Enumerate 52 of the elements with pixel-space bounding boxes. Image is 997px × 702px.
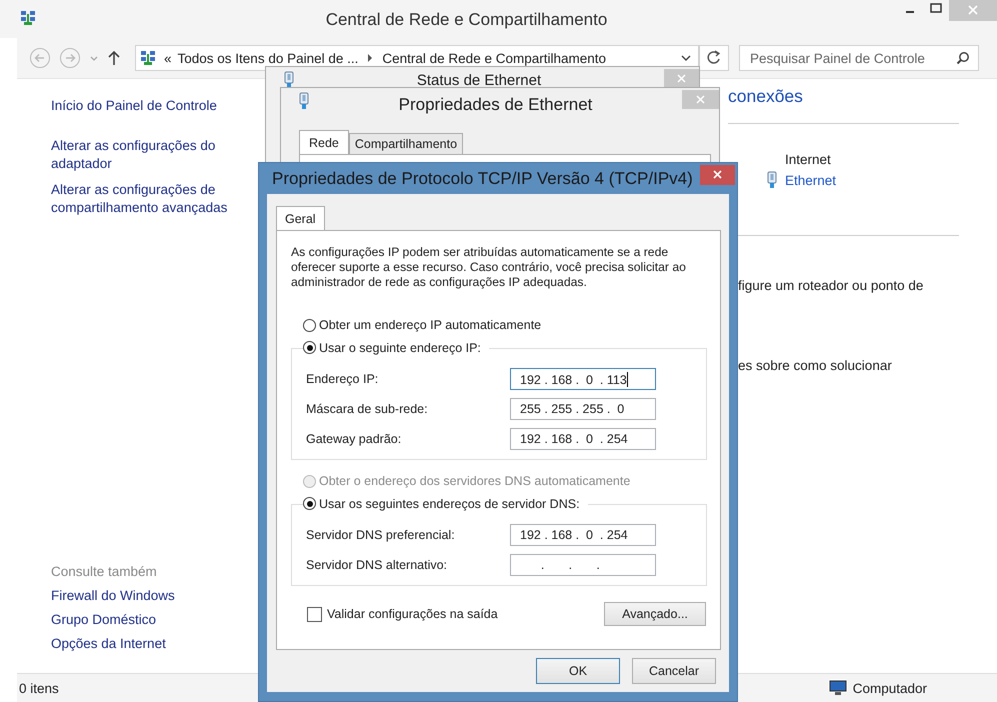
dialog-title: Propriedades de Protocolo TCP/IP Versão 4 (TCP/IPv4) (272, 169, 694, 189)
section-heading: Consulte também (51, 564, 158, 579)
breadcrumb-item[interactable]: Todos os Itens do Painel de ... (178, 50, 358, 66)
network-icon (20, 10, 36, 26)
up-arrow-button[interactable] (107, 50, 121, 66)
radio-option[interactable]: Usar os seguintes endereços de servidor DNS: (303, 496, 580, 510)
dialog-button[interactable]: Cancelar (632, 658, 716, 684)
breadcrumb-item[interactable]: Central de Rede e Compartilhamento (382, 50, 606, 66)
radio-option[interactable]: Usar o seguinte endereço IP: (303, 340, 481, 354)
address-dropdown-icon[interactable] (680, 53, 692, 63)
overflow-mark[interactable]: « (164, 50, 172, 66)
field-label: Servidor DNS preferencial: (306, 528, 455, 542)
connection-link[interactable]: Ethernet (785, 172, 836, 188)
page-heading: conexões (728, 86, 803, 107)
tab[interactable]: Compartilhamento (348, 133, 464, 154)
sidebar-link[interactable]: Alterar as configurações de compartilhamento avançadas (51, 181, 241, 217)
network-adapter-icon (284, 71, 294, 89)
breadcrumb-arrow-icon[interactable] (366, 53, 374, 63)
ip-address-field[interactable]: 192 . 168 . 0 . 254 (510, 428, 656, 450)
description-text: As configurações IP podem ser atribuídas automaticamente se a rede oferecer suporte a esse recurso. Caso contrário, você precisa solicitar ao administrador de rede as configurações IP adequadas. (291, 245, 687, 290)
dialog-button[interactable]: OK (536, 658, 620, 684)
ip-address-field[interactable]: . . . (510, 554, 656, 576)
control-panel-icon (140, 50, 156, 66)
field-label: Máscara de sub-rede: (306, 402, 428, 416)
dialog-title: Status de Ethernet (416, 72, 542, 89)
sidebar-link[interactable]: Início do Painel de Controle (51, 97, 241, 115)
ip-address-field[interactable]: 192 . 168 . 0 . 113 (510, 368, 656, 390)
search-field[interactable]: Pesquisar Painel de Controle (739, 45, 979, 71)
close-button[interactable] (700, 165, 735, 185)
network-adapter-icon (299, 92, 309, 110)
ip-address-field[interactable]: 255 . 255 . 255 . 0 (510, 398, 656, 420)
tab[interactable]: Geral (276, 206, 325, 230)
location-label: Computador (852, 680, 927, 696)
checkbox-option[interactable]: Validar configurações na saída (307, 606, 498, 622)
item-count: 0 itens (19, 680, 59, 696)
task-text: figure um roteador ou ponto de (738, 278, 924, 293)
field-label: Endereço IP: (306, 372, 378, 386)
sidebar-link[interactable]: Alterar as configurações do adaptador (51, 137, 241, 173)
field-label: Gateway padrão: (306, 432, 402, 446)
dialog-title: Propriedades de Ethernet (398, 95, 594, 115)
window-title: Central de Rede e Compartilhamento (324, 10, 608, 30)
task-text: es sobre como solucionar (738, 358, 892, 373)
search-icon[interactable] (956, 51, 970, 65)
radio-option[interactable]: Obter um endereço IP automaticamente (303, 318, 542, 332)
refresh-button[interactable] (699, 45, 729, 71)
network-name: Internet (785, 152, 831, 167)
advanced-button[interactable]: Avançado... (604, 602, 706, 626)
field-label: Servidor DNS alternativo: (306, 558, 448, 572)
tab[interactable]: Rede (299, 130, 349, 154)
network-adapter-icon (767, 171, 777, 189)
computer-icon (828, 680, 847, 696)
ip-address-field[interactable]: 192 . 168 . 0 . 254 (510, 524, 656, 546)
